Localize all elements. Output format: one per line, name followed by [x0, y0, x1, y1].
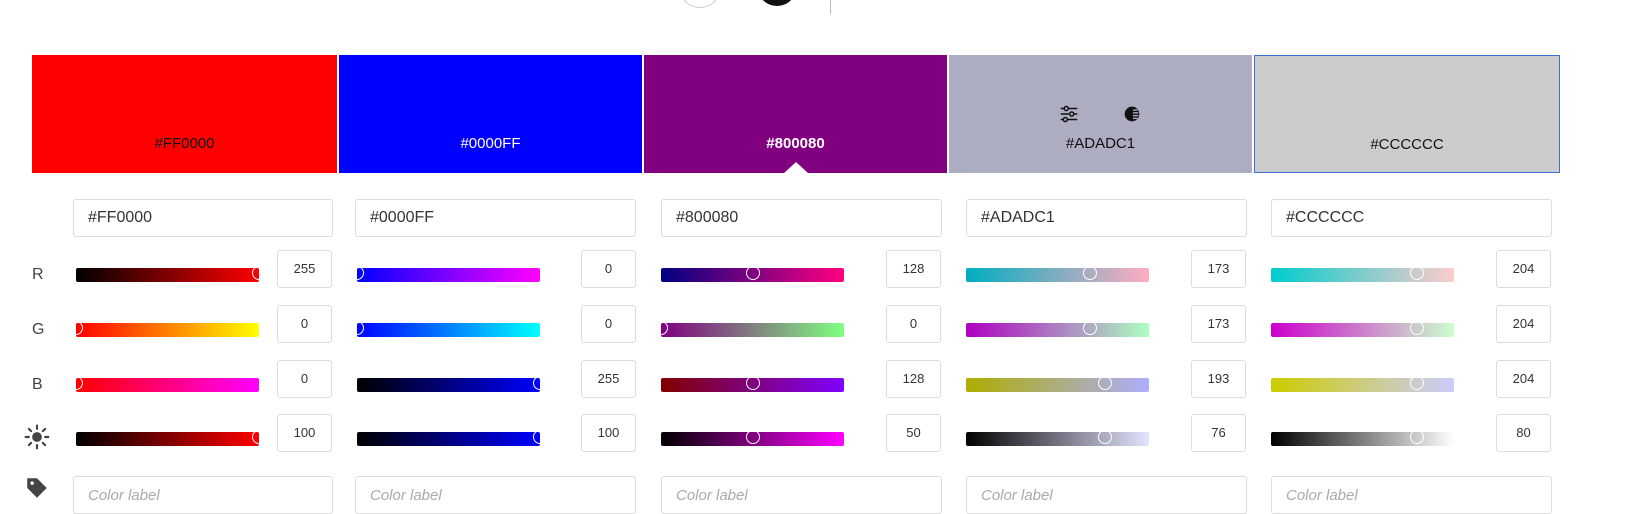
color-label-input[interactable] — [1271, 476, 1552, 514]
blue-slider[interactable] — [1271, 376, 1454, 392]
blue-value-input[interactable]: 204 — [1496, 360, 1551, 398]
color-swatch[interactable]: #ADADC1 — [949, 55, 1252, 173]
slider-thumb[interactable] — [745, 266, 760, 280]
color-label-input[interactable] — [966, 476, 1247, 514]
blue-slider[interactable] — [357, 376, 547, 392]
red-slider[interactable] — [966, 266, 1149, 282]
slider-thumb[interactable] — [1097, 376, 1112, 390]
slider-thumb[interactable] — [69, 376, 83, 390]
row-label-g: G — [32, 321, 45, 338]
brightness-slider[interactable] — [661, 430, 844, 446]
swatch-hex-label: #CCCCCC — [1370, 136, 1444, 153]
hex-input[interactable] — [966, 199, 1247, 237]
green-value-input[interactable]: 204 — [1496, 305, 1551, 343]
color-swatch[interactable]: #CCCCCC — [1254, 55, 1560, 173]
blue-slider[interactable] — [69, 376, 259, 392]
red-value-input[interactable]: 204 — [1496, 250, 1551, 288]
green-slider[interactable] — [966, 321, 1149, 337]
red-slider[interactable] — [661, 266, 844, 282]
color-label-input[interactable] — [355, 476, 636, 514]
brightness-value-input[interactable]: 76 — [1191, 414, 1246, 452]
color-swatch[interactable]: #0000FF — [339, 55, 642, 173]
red-slider[interactable] — [76, 266, 266, 282]
green-value-input[interactable]: 0 — [581, 305, 636, 343]
swatch-tools — [949, 103, 1252, 125]
hex-input[interactable] — [355, 199, 636, 237]
slider-thumb[interactable] — [350, 266, 364, 280]
color-label-input[interactable] — [73, 476, 333, 514]
slider-thumb[interactable] — [1083, 266, 1098, 280]
contrast-icon[interactable] — [1121, 103, 1143, 125]
green-slider[interactable] — [654, 321, 844, 337]
swatch-hex-label: #800080 — [766, 135, 825, 152]
brightness-slider[interactable] — [1271, 430, 1454, 446]
slider-thumb[interactable] — [1098, 430, 1113, 444]
red-value-input[interactable]: 173 — [1191, 250, 1246, 288]
active-caret-icon — [783, 162, 808, 173]
brightness-slider[interactable] — [966, 430, 1149, 446]
row-label-r: R — [32, 266, 44, 283]
slider-thumb[interactable] — [69, 321, 83, 335]
slider-thumb[interactable] — [1410, 376, 1425, 390]
brightness-value-input[interactable]: 80 — [1496, 414, 1551, 452]
color-label-input[interactable] — [661, 476, 942, 514]
swatch-hex-label: #ADADC1 — [1065, 135, 1136, 152]
red-value-input[interactable]: 128 — [886, 250, 941, 288]
slider-thumb[interactable] — [1083, 321, 1098, 335]
green-slider[interactable] — [69, 321, 259, 337]
slider-thumb[interactable] — [1410, 266, 1425, 280]
blue-slider[interactable] — [661, 376, 844, 392]
green-value-input[interactable]: 173 — [1191, 305, 1246, 343]
row-label-b: B — [32, 376, 43, 393]
brightness-slider[interactable] — [76, 430, 266, 446]
red-slider[interactable] — [1271, 266, 1454, 282]
sliders-icon[interactable] — [1058, 103, 1080, 125]
slider-thumb[interactable] — [252, 266, 266, 280]
red-value-input[interactable]: 0 — [581, 250, 636, 288]
color-swatch[interactable]: #FF0000 — [32, 55, 337, 173]
green-value-input[interactable]: 0 — [277, 305, 332, 343]
hex-input[interactable] — [73, 199, 333, 237]
brightness-value-input[interactable]: 50 — [886, 414, 941, 452]
blue-value-input[interactable]: 255 — [581, 360, 636, 398]
brightness-slider[interactable] — [357, 430, 547, 446]
slider-thumb[interactable] — [350, 321, 364, 335]
slider-thumb[interactable] — [533, 430, 547, 444]
slider-thumb[interactable] — [745, 376, 760, 390]
swatch-hex-label: #FF0000 — [154, 135, 215, 152]
blue-value-input[interactable]: 128 — [886, 360, 941, 398]
green-value-input[interactable]: 0 — [886, 305, 941, 343]
green-slider[interactable] — [350, 321, 540, 337]
sun-icon — [24, 424, 50, 450]
slider-thumb[interactable] — [533, 376, 547, 390]
hex-input[interactable] — [661, 199, 942, 237]
brightness-value-input[interactable]: 100 — [277, 414, 332, 452]
green-slider[interactable] — [1271, 321, 1454, 337]
red-slider[interactable] — [350, 266, 540, 282]
slider-thumb[interactable] — [1410, 430, 1425, 444]
dark-mode-toggle[interactable] — [758, 0, 796, 6]
blue-slider[interactable] — [966, 376, 1149, 392]
blue-value-input[interactable]: 0 — [277, 360, 332, 398]
blue-value-input[interactable]: 193 — [1191, 360, 1246, 398]
toolbar-divider — [830, 0, 831, 14]
red-value-input[interactable]: 255 — [277, 250, 332, 288]
light-mode-toggle[interactable] — [680, 0, 720, 8]
tag-icon — [27, 478, 47, 498]
slider-thumb[interactable] — [1410, 321, 1425, 335]
slider-thumb[interactable] — [654, 321, 668, 335]
slider-thumb[interactable] — [745, 430, 760, 444]
swatch-hex-label: #0000FF — [460, 135, 521, 152]
brightness-value-input[interactable]: 100 — [581, 414, 636, 452]
slider-thumb[interactable] — [252, 430, 266, 444]
hex-input[interactable] — [1271, 199, 1552, 237]
color-swatch[interactable]: #800080 — [644, 55, 947, 173]
